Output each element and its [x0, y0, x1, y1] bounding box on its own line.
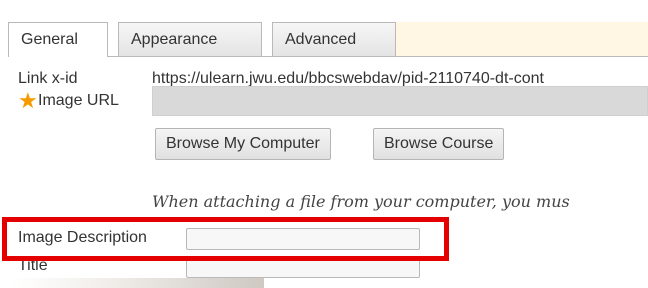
browse-course-button[interactable]: Browse Course	[373, 128, 505, 160]
tab-advanced[interactable]: Advanced	[272, 22, 396, 56]
highlight-box	[2, 217, 449, 261]
link-xid-label: Link x-id	[18, 70, 78, 87]
tab-bar: General Appearance Advanced	[8, 22, 648, 57]
tab-general[interactable]: General	[8, 22, 108, 57]
image-url-label: Image URL	[38, 92, 119, 109]
required-star-icon: ★	[18, 88, 38, 113]
image-preview-thumbnail	[12, 278, 264, 288]
browse-my-computer-button[interactable]: Browse My Computer	[155, 128, 331, 160]
attach-hint-text: When attaching a file from your computer…	[152, 192, 570, 211]
tab-appearance[interactable]: Appearance	[118, 22, 262, 56]
tab-bar-filler	[396, 22, 648, 56]
image-url-input[interactable]	[152, 86, 648, 116]
clipped-top-text-area	[0, 0, 648, 18]
